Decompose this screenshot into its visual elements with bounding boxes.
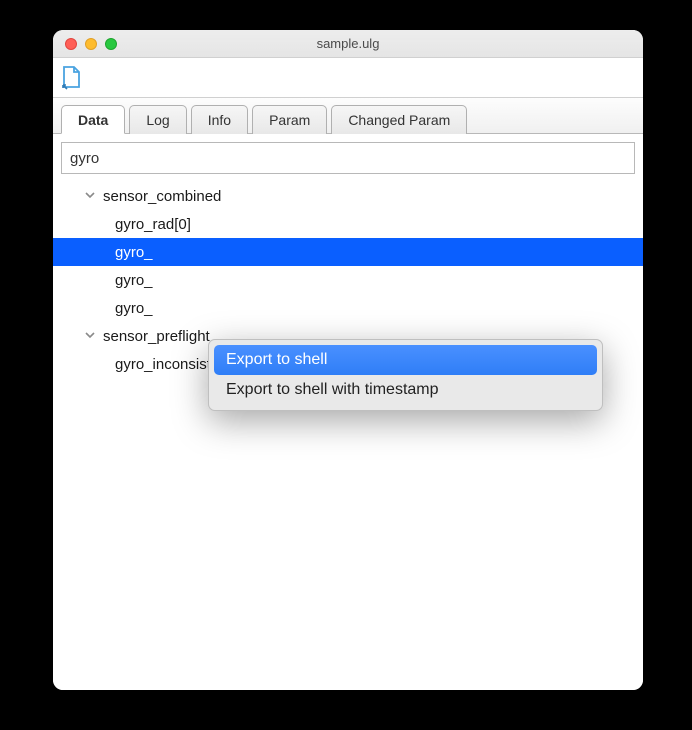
tab-data[interactable]: Data xyxy=(61,105,125,134)
tab-changed-param[interactable]: Changed Param xyxy=(331,105,467,134)
menu-item-export-shell-timestamp[interactable]: Export to shell with timestamp xyxy=(214,375,597,405)
menu-item-export-shell[interactable]: Export to shell xyxy=(214,345,597,375)
tree-item-label: gyro_ xyxy=(115,244,153,261)
tree-item[interactable]: gyro_ xyxy=(61,294,635,322)
tabs: Data Log Info Param Changed Param xyxy=(53,98,643,134)
search-input[interactable] xyxy=(61,142,635,174)
close-window-button[interactable] xyxy=(65,38,77,50)
traffic-lights xyxy=(53,38,117,50)
zoom-window-button[interactable] xyxy=(105,38,117,50)
titlebar[interactable]: sample.ulg xyxy=(53,30,643,58)
tree-item-label: gyro_ xyxy=(115,272,153,289)
tab-log[interactable]: Log xyxy=(129,105,186,134)
tree-group-sensor-combined[interactable]: sensor_combined xyxy=(61,182,635,210)
minimize-window-button[interactable] xyxy=(85,38,97,50)
context-menu: Export to shell Export to shell with tim… xyxy=(208,339,603,411)
open-file-icon[interactable] xyxy=(61,65,83,91)
content-area: sensor_combined gyro_rad[0] gyro_ gyro_ … xyxy=(53,134,643,690)
tab-param[interactable]: Param xyxy=(252,105,327,134)
tree-item[interactable]: gyro_ xyxy=(61,266,635,294)
chevron-down-icon xyxy=(83,190,97,203)
tree-item-selected[interactable]: gyro_ xyxy=(53,238,643,266)
tree-group-label: sensor_combined xyxy=(103,188,221,205)
tree-item-label: gyro_ xyxy=(115,300,153,317)
tab-info[interactable]: Info xyxy=(191,105,248,134)
toolbar xyxy=(53,58,643,98)
window-title: sample.ulg xyxy=(53,36,643,51)
chevron-down-icon xyxy=(83,330,97,343)
tree-group-label: sensor_preflight xyxy=(103,328,210,345)
tree-item-label: gyro_rad[0] xyxy=(115,216,191,233)
tree-item[interactable]: gyro_rad[0] xyxy=(61,210,635,238)
